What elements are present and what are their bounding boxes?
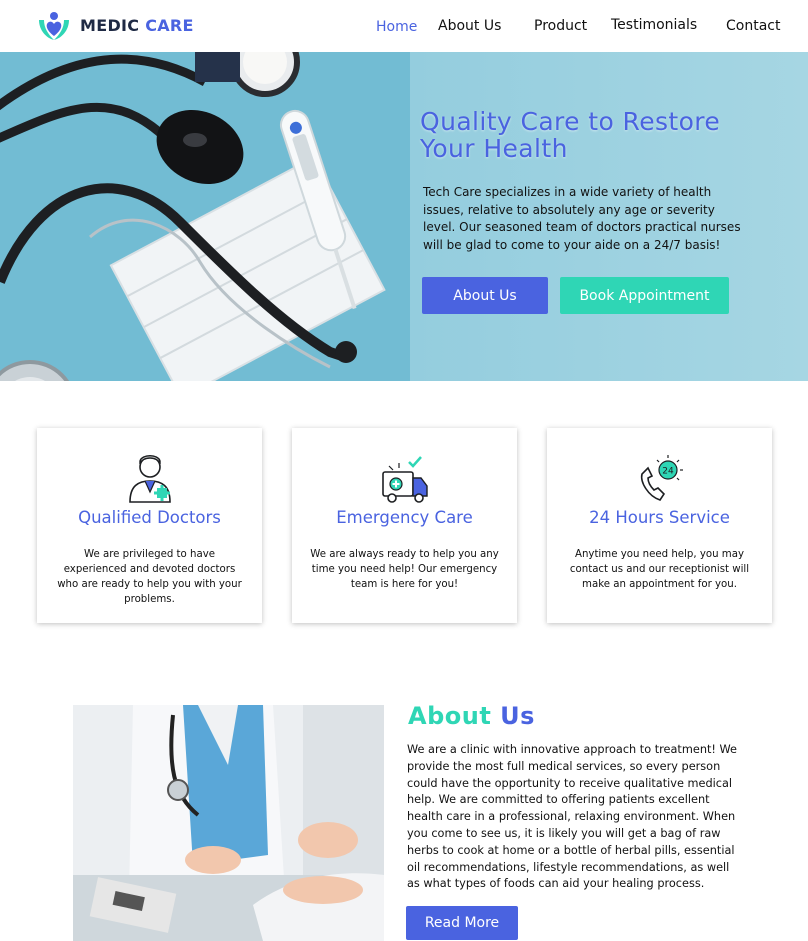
hero-about-us-button[interactable]: About Us [422,277,548,314]
hero-description: Tech Care specializes in a wide variety … [423,185,741,252]
service-description: Anytime you need help, you may contact u… [569,549,750,590]
service-description: We are always ready to help you any time… [310,549,499,590]
brand-logo[interactable]: MEDIC CARE [36,8,194,42]
service-title: Emergency Care [336,508,473,527]
book-appointment-button[interactable]: Book Appointment [560,277,729,314]
doctor-icon [128,455,171,503]
service-card-qualified-doctors: Qualified Doctors We are privileged to h… [37,428,262,623]
hero-section: Quality Care to Restore Your Health Tech… [0,52,808,381]
nav-home-link[interactable]: Home [376,19,417,35]
service-card-emergency-care: Emergency Care We are always ready to he… [292,428,517,623]
nav-contact-link[interactable]: Contact [726,18,780,34]
about-title: About Us [408,702,535,730]
top-navbar: MEDIC CARE Home About Us Product Testimo… [0,0,808,52]
brand-name-part2: CARE [145,15,194,35]
service-description: We are privileged to have experienced an… [57,549,242,605]
about-title-part2: Us [500,702,535,730]
heart-hands-icon [39,12,69,40]
service-title: 24 Hours Service [589,508,730,527]
service-title: Qualified Doctors [78,508,221,527]
hero-title: Quality Care to Restore Your Health [420,107,721,163]
about-title-part1: About [408,702,492,730]
service-card-24-hours: 24 24 Hours Service Anytime you need hel… [547,428,772,623]
brand-name-part1: MEDIC [80,15,140,35]
read-more-button[interactable]: Read More [406,906,518,940]
nav-about-link[interactable]: About Us [438,18,501,34]
brand-name: MEDIC CARE [80,16,194,35]
hero-medical-equipment-image [0,52,410,381]
about-description: We are a clinic with innovative approach… [407,743,737,891]
nav-testimonials-link[interactable]: Testimonials [611,17,697,33]
ambulance-icon [381,456,428,503]
nav-product-link[interactable]: Product [534,18,587,34]
about-doctor-image [73,705,384,941]
badge-24-text: 24 [662,467,674,477]
phone-24-icon: 24 [640,455,683,501]
